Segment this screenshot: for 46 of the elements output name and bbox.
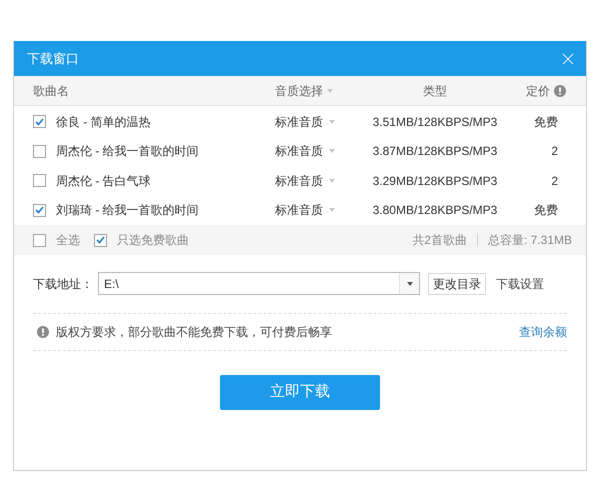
change-folder-button[interactable]: 更改目录 [428, 272, 486, 294]
checkbox[interactable] [33, 204, 46, 217]
caret-icon [329, 178, 335, 183]
column-header: 类型 [423, 82, 447, 100]
field-label: 下载地址： [33, 276, 94, 292]
file-info: 3.51MB/128KBPS/MP3 [372, 114, 498, 131]
checkbox[interactable] [33, 144, 46, 158]
file-info: 3.29MB/128KBPS/MP3 [372, 172, 498, 190]
price-text: 2 [551, 172, 558, 190]
price-text: 2 [551, 143, 558, 160]
caret-icon [406, 282, 412, 286]
song-title: 周杰伦 - 给我一首歌的时间 [56, 143, 199, 160]
song-title: 徐良 - 简单的温热 [56, 114, 151, 131]
file-info: 3.80MB/128KBPS/MP3 [372, 202, 498, 220]
caret-icon [329, 149, 335, 154]
quality-select[interactable]: 标准音质 [275, 112, 323, 131]
settings-link[interactable]: 下载设置 [496, 274, 544, 292]
song-title: 周杰伦 - 告白气球 [56, 172, 151, 190]
checkbox[interactable] [94, 234, 107, 246]
balance-link[interactable]: 查询余额 [519, 323, 567, 341]
file-info: 3.87MB/128KBPS/MP3 [372, 143, 498, 160]
checkbox-label: 全选 [56, 232, 80, 249]
notice-text: 版权方要求，部分歌曲不能免费下载，可付费后畅享 [56, 324, 333, 341]
quality-select[interactable]: 标准音质 [275, 172, 323, 190]
price-text: 免费 [534, 114, 558, 131]
quality-select[interactable]: 标准音质 [275, 201, 323, 220]
checkbox[interactable] [33, 174, 46, 188]
info-icon [37, 326, 49, 338]
song-title: 刘瑞琦 - 给我一首歌的时间 [56, 202, 199, 220]
caret-icon [329, 120, 335, 124]
window-title: 下载窗口 [27, 50, 79, 68]
column-header[interactable]: 音质选择 [275, 82, 323, 100]
caret-icon [327, 88, 333, 92]
info-icon [554, 84, 566, 96]
column-header: 歌曲名 [33, 82, 69, 100]
song-count: 共2首歌曲 [412, 232, 467, 249]
quality-select[interactable]: 标准音质 [275, 142, 323, 160]
checkbox[interactable] [33, 115, 46, 128]
checkbox[interactable] [33, 234, 46, 246]
caret-icon [329, 208, 335, 212]
price-text: 免费 [534, 202, 558, 220]
checkbox-label: 只选免费歌曲 [117, 232, 189, 249]
close-icon[interactable] [562, 52, 574, 64]
total-size: 总容量: 7.31MB [488, 232, 572, 249]
column-header: 定价 [526, 82, 550, 100]
path-dropdown[interactable]: E:\ [98, 272, 420, 295]
